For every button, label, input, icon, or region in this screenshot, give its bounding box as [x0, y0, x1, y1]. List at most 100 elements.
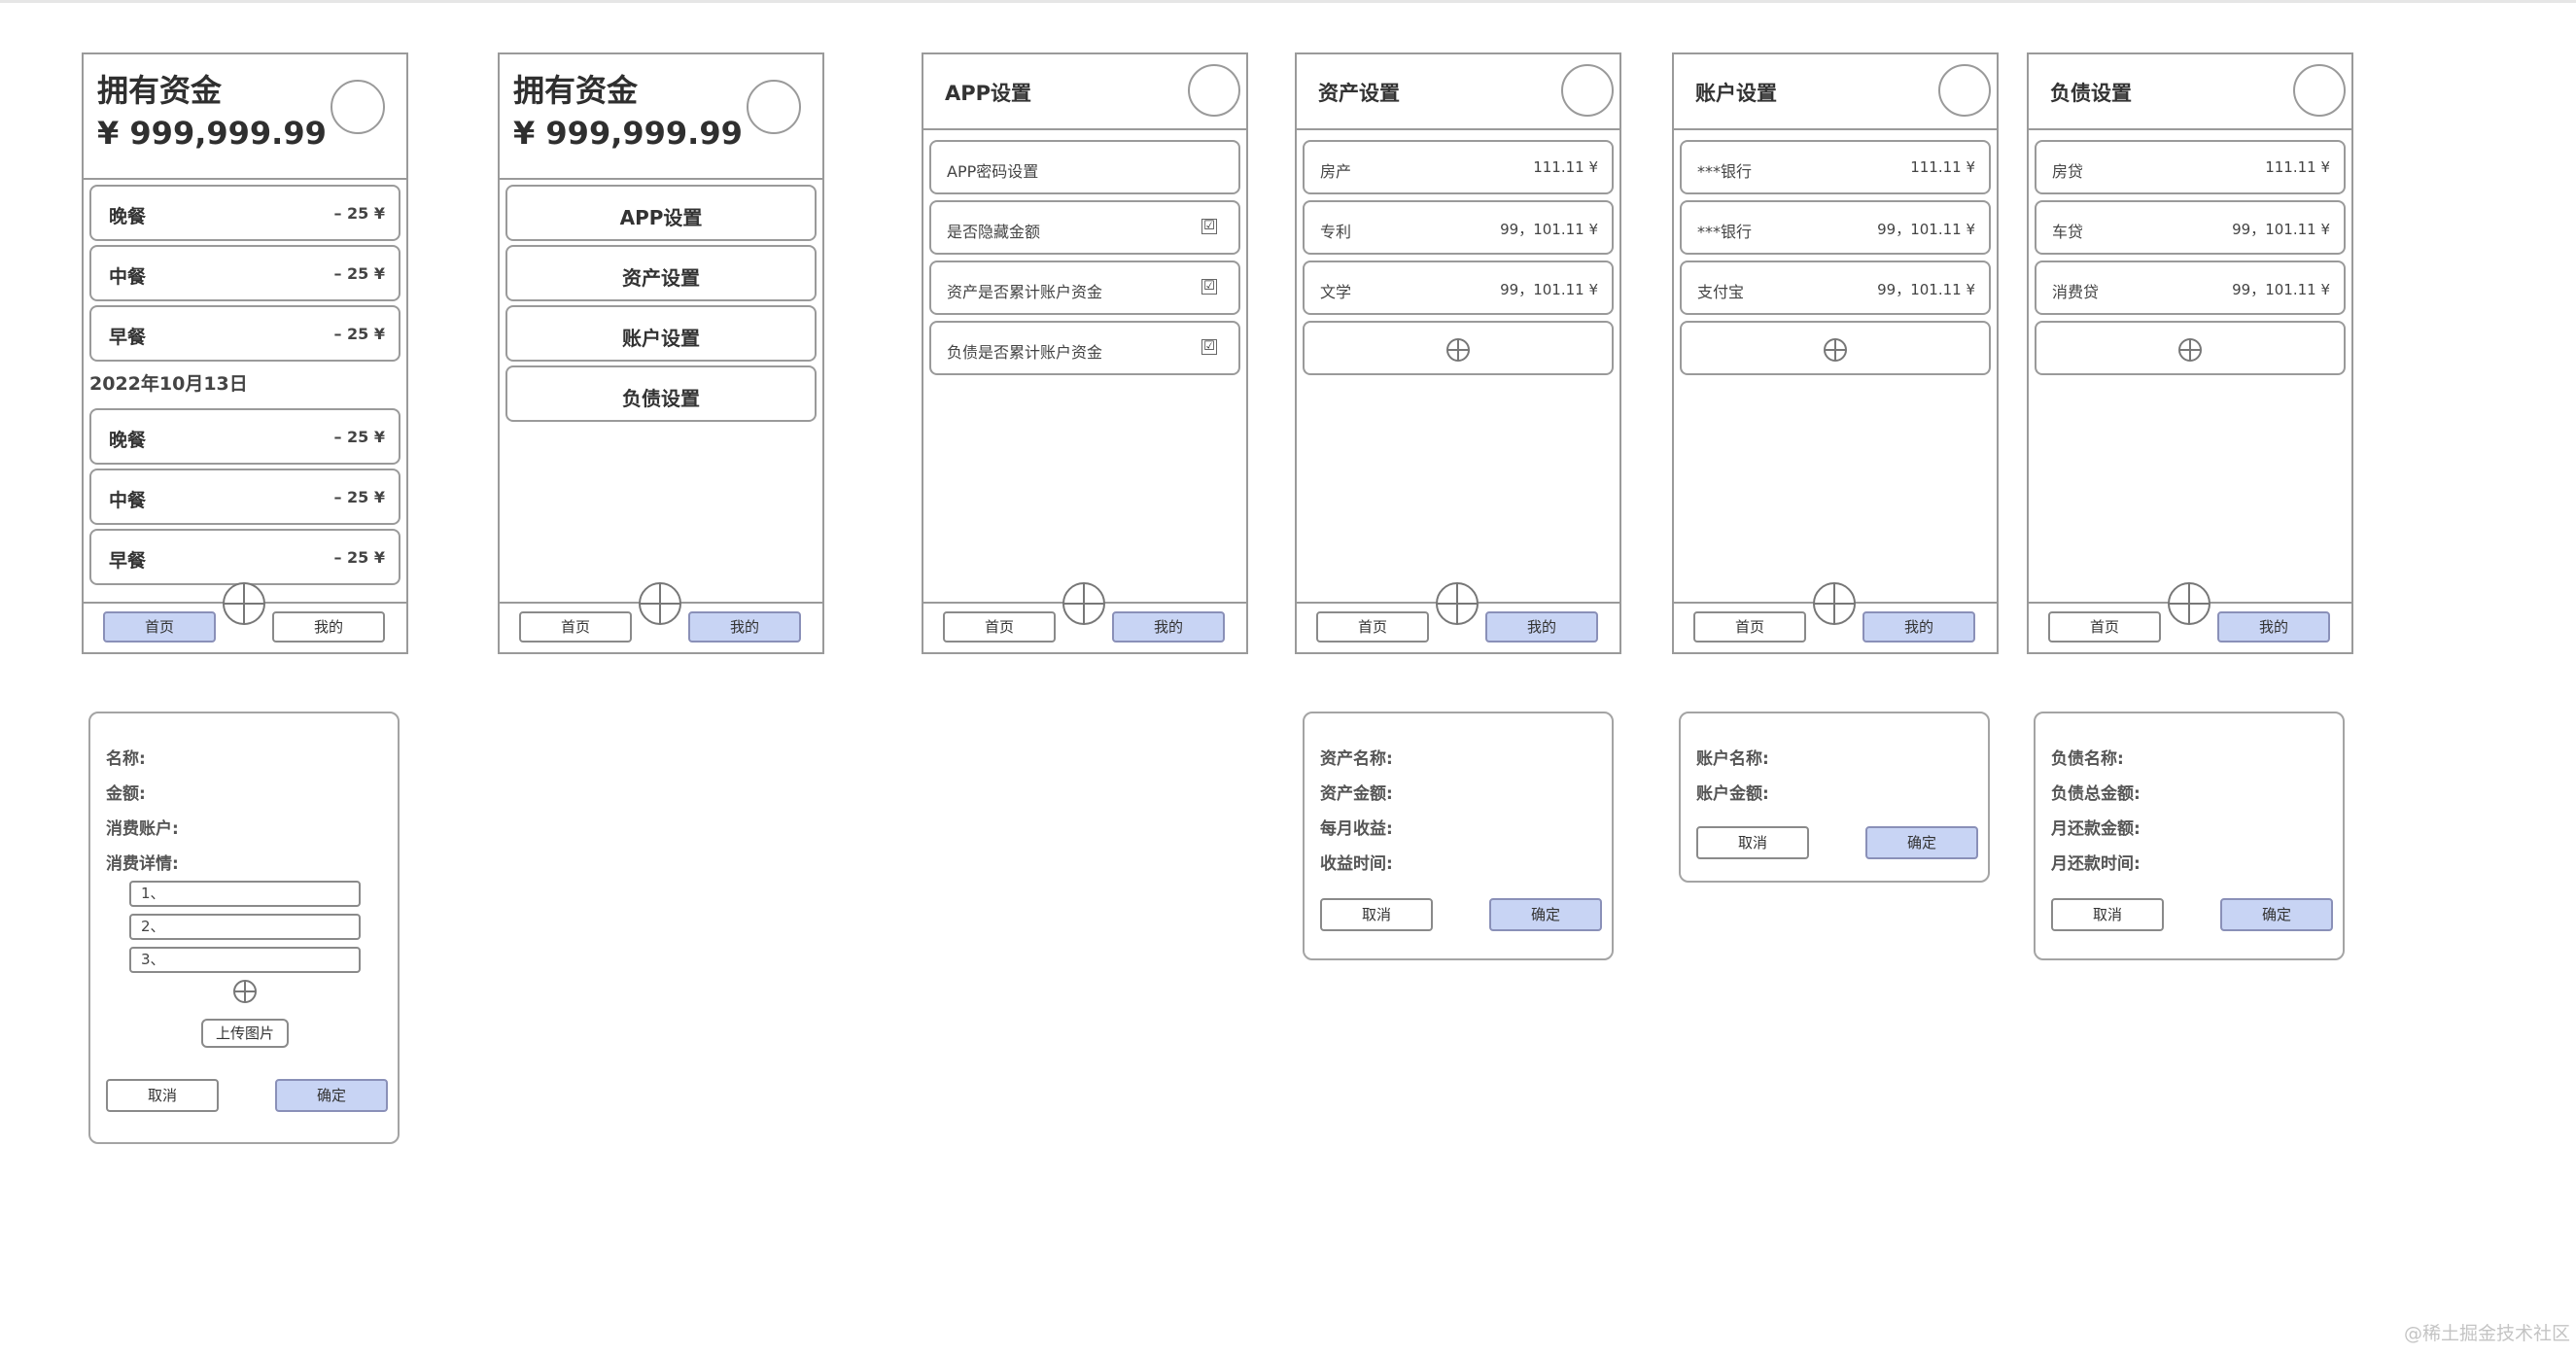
- asset-value: 111.11 ¥: [1533, 158, 1598, 176]
- checkbox-checked-icon[interactable]: ☑: [1201, 279, 1217, 295]
- account-row[interactable]: ***银行 111.11 ¥: [1680, 140, 1991, 194]
- debt-label: 车贷: [2052, 223, 2084, 241]
- checkbox-checked-icon[interactable]: ☑: [1201, 219, 1217, 234]
- cancel-button[interactable]: 取消: [2051, 898, 2164, 931]
- avatar[interactable]: [1188, 64, 1240, 117]
- setting-row-password[interactable]: APP密码设置: [929, 140, 1240, 194]
- nav-mine-button[interactable]: 我的: [272, 611, 385, 643]
- nav-mine-button[interactable]: 我的: [2217, 611, 2330, 643]
- expense-row-lunch[interactable]: 中餐 – 25 ¥: [89, 245, 400, 301]
- confirm-button[interactable]: 确定: [275, 1079, 388, 1112]
- menu-label: 账户设置: [622, 327, 700, 350]
- expense-row-lunch[interactable]: 中餐 – 25 ¥: [89, 469, 400, 525]
- avatar[interactable]: [747, 80, 801, 134]
- checkbox-checked-icon[interactable]: ☑: [1201, 339, 1217, 355]
- nav-home-button[interactable]: 首页: [1316, 611, 1429, 643]
- expense-row-breakfast[interactable]: 早餐 – 25 ¥: [89, 305, 400, 362]
- row-label: 早餐: [109, 550, 147, 572]
- confirm-button[interactable]: 确定: [2220, 898, 2333, 931]
- avatar[interactable]: [2293, 64, 2346, 117]
- add-icon[interactable]: [1813, 582, 1856, 625]
- nav-home-button[interactable]: 首页: [103, 611, 216, 643]
- nav-home-button[interactable]: 首页: [943, 611, 1056, 643]
- add-icon[interactable]: [2168, 582, 2210, 625]
- debt-row[interactable]: 房贷 111.11 ¥: [2035, 140, 2346, 194]
- home-screen: 拥有资金 ¥ 999,999.99 晚餐 – 25 ¥ 中餐 – 25 ¥ 早餐…: [82, 52, 408, 654]
- avatar[interactable]: [331, 80, 385, 134]
- add-icon: [2178, 338, 2202, 362]
- page-title: APP设置: [945, 82, 1032, 105]
- funds-amount: ¥ 999,999.99: [97, 115, 327, 152]
- account-row[interactable]: ***银行 99，101.11 ¥: [1680, 200, 1991, 255]
- debt-label: 房贷: [2052, 162, 2084, 181]
- add-icon[interactable]: [1062, 582, 1105, 625]
- setting-label: 是否隐藏金额: [947, 223, 1041, 241]
- account-label: ***银行: [1697, 223, 1753, 241]
- add-icon: [1824, 338, 1847, 362]
- add-debt-button[interactable]: [2035, 321, 2346, 375]
- expense-row-dinner[interactable]: 晚餐 – 25 ¥: [89, 185, 400, 241]
- cancel-button[interactable]: 取消: [1320, 898, 1433, 931]
- account-value: 99，101.11 ¥: [1877, 221, 1975, 238]
- row-label: 晚餐: [109, 206, 147, 227]
- add-icon[interactable]: [223, 582, 265, 625]
- field-monthly-income: 每月收益:: [1320, 819, 1393, 839]
- debt-row[interactable]: 消费贷 99，101.11 ¥: [2035, 261, 2346, 315]
- upload-image-button[interactable]: 上传图片: [201, 1019, 289, 1048]
- expense-row-dinner[interactable]: 晚餐 – 25 ¥: [89, 408, 400, 465]
- page-title: 负债设置: [2050, 82, 2132, 105]
- add-icon[interactable]: [639, 582, 681, 625]
- nav-home-button[interactable]: 首页: [1693, 611, 1806, 643]
- add-icon[interactable]: [1436, 582, 1479, 625]
- menu-debt-settings[interactable]: 负债设置: [505, 365, 817, 422]
- add-icon: [1446, 338, 1470, 362]
- confirm-button[interactable]: 确定: [1489, 898, 1602, 931]
- page-title: 资产设置: [1318, 82, 1400, 105]
- field-repayment-time: 月还款时间:: [2051, 854, 2141, 874]
- menu-asset-settings[interactable]: 资产设置: [505, 245, 817, 301]
- debt-settings-header: 负债设置: [2029, 54, 2351, 130]
- nav-home-button[interactable]: 首页: [2048, 611, 2161, 643]
- nav-mine-button[interactable]: 我的: [688, 611, 801, 643]
- field-monthly-repayment: 月还款金额:: [2051, 819, 2141, 839]
- cancel-button[interactable]: 取消: [106, 1079, 219, 1112]
- asset-row[interactable]: 文学 99，101.11 ¥: [1303, 261, 1614, 315]
- avatar[interactable]: [1938, 64, 1991, 117]
- debt-value: 111.11 ¥: [2265, 158, 2330, 176]
- debt-row[interactable]: 车贷 99，101.11 ¥: [2035, 200, 2346, 255]
- add-asset-button[interactable]: [1303, 321, 1614, 375]
- field-account: 消费账户:: [106, 819, 179, 839]
- nav-mine-button[interactable]: 我的: [1112, 611, 1225, 643]
- confirm-button[interactable]: 确定: [1865, 826, 1978, 859]
- detail-input[interactable]: 3、: [129, 947, 361, 973]
- setting-row-debt-accumulate[interactable]: 负债是否累计账户资金 ☑: [929, 321, 1240, 375]
- add-detail-icon[interactable]: [233, 980, 257, 1003]
- field-account-name: 账户名称:: [1696, 749, 1769, 769]
- asset-value: 99，101.11 ¥: [1500, 281, 1598, 298]
- menu-account-settings[interactable]: 账户设置: [505, 305, 817, 362]
- setting-row-asset-accumulate[interactable]: 资产是否累计账户资金 ☑: [929, 261, 1240, 315]
- asset-dialog: 资产名称: 资产金额: 每月收益: 收益时间: 取消 确定: [1303, 712, 1614, 960]
- row-amount: – 25 ¥: [333, 264, 385, 283]
- cancel-button[interactable]: 取消: [1696, 826, 1809, 859]
- nav-mine-button[interactable]: 我的: [1862, 611, 1975, 643]
- nav-home-button[interactable]: 首页: [519, 611, 632, 643]
- account-row[interactable]: 支付宝 99，101.11 ¥: [1680, 261, 1991, 315]
- row-label: 中餐: [109, 490, 147, 511]
- row-amount: – 25 ¥: [333, 428, 385, 446]
- asset-row[interactable]: 房产 111.11 ¥: [1303, 140, 1614, 194]
- debt-value: 99，101.11 ¥: [2232, 221, 2330, 238]
- debt-value: 99，101.11 ¥: [2232, 281, 2330, 298]
- add-account-button[interactable]: [1680, 321, 1991, 375]
- nav-mine-button[interactable]: 我的: [1485, 611, 1598, 643]
- expense-row-breakfast[interactable]: 早餐 – 25 ¥: [89, 529, 400, 585]
- app-settings-screen: APP设置 APP密码设置 是否隐藏金额 ☑ 资产是否累计账户资金 ☑ 负债是否…: [922, 52, 1248, 654]
- avatar[interactable]: [1561, 64, 1614, 117]
- home-header: 拥有资金 ¥ 999,999.99: [84, 54, 406, 180]
- detail-input[interactable]: 2、: [129, 914, 361, 940]
- asset-row[interactable]: 专利 99，101.11 ¥: [1303, 200, 1614, 255]
- setting-row-hide-amount[interactable]: 是否隐藏金额 ☑: [929, 200, 1240, 255]
- detail-input[interactable]: 1、: [129, 881, 361, 907]
- menu-app-settings[interactable]: APP设置: [505, 185, 817, 241]
- row-amount: – 25 ¥: [333, 325, 385, 343]
